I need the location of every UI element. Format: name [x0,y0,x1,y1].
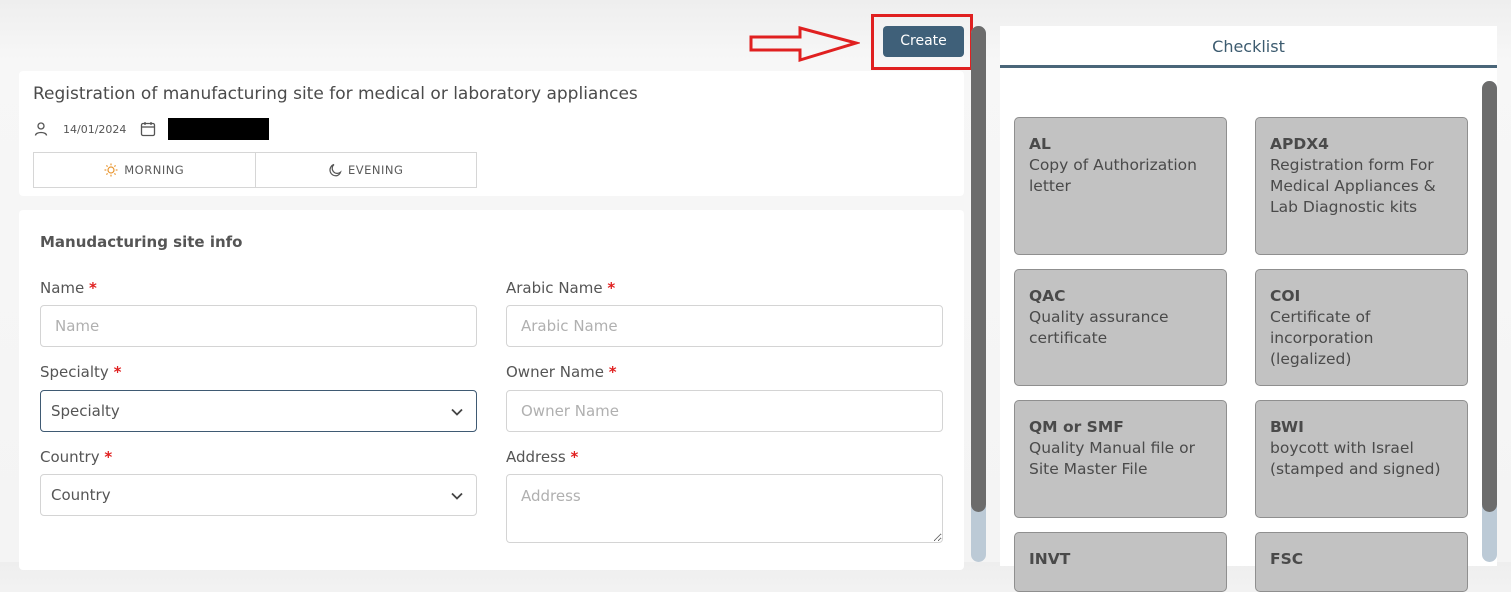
checklist-item-desc: Certificate of incorporation (legalized) [1270,308,1374,368]
address-textarea[interactable] [506,474,943,543]
checklist-item-apdx4[interactable]: APDX4 Registration form For Medical Appl… [1255,117,1468,255]
shift-evening-label: EVENING [348,163,404,177]
create-button[interactable]: Create [883,26,964,57]
shift-morning-button[interactable]: MORNING [34,153,255,187]
user-icon [34,122,48,136]
checklist-item-code: QAC [1029,287,1066,305]
section-title: Manudacturing site info [40,233,243,251]
shift-toggle-group: MORNING EVENING [33,152,477,188]
checklist-item-desc: Quality Manual file or Site Master File [1029,439,1195,478]
checklist-scrollbar-thumb[interactable] [1482,81,1497,512]
checklist-item-bwi[interactable]: BWI boycott with Israel (stamped and sig… [1255,400,1468,518]
checklist-panel: Checklist AL Copy of Authorization lette… [1000,26,1497,592]
checklist-item-qm-smf[interactable]: QM or SMF Quality Manual file or Site Ma… [1014,400,1227,518]
country-select[interactable]: Country [40,474,477,516]
chevron-down-icon [451,408,463,416]
owner-name-label: Owner Name * [506,363,617,381]
specialty-label-text: Specialty [40,363,109,381]
required-marker: * [89,279,97,297]
checklist-item-code: BWI [1270,418,1304,436]
checklist-item-code: FSC [1270,550,1304,568]
shift-evening-button[interactable]: EVENING [254,153,477,187]
name-input[interactable] [40,305,477,347]
moon-icon [329,163,342,177]
checklist-item-code: APDX4 [1270,135,1329,153]
shift-morning-label: MORNING [124,163,185,177]
checklist-item-desc: Copy of Authorization letter [1029,156,1197,195]
country-label: Country * [40,448,112,466]
country-label-text: Country [40,448,100,466]
country-select-value: Country [51,486,111,504]
checklist-item-coi[interactable]: COI Certificate of incorporation (legali… [1255,269,1468,386]
arabic-name-input[interactable] [506,305,943,347]
sun-icon [104,163,118,177]
page-title: Registration of manufacturing site for m… [33,84,638,104]
request-meta: 14/01/2024 [33,118,270,140]
owner-name-input[interactable] [506,390,943,432]
specialty-select[interactable]: Specialty [40,390,477,432]
specialty-select-value: Specialty [51,402,120,420]
arabic-name-label: Arabic Name * [506,279,615,297]
address-label: Address * [506,448,578,466]
checklist-item-desc: Registration form For Medical Appliances… [1270,156,1436,216]
checklist-item-invt[interactable]: INVT [1014,532,1227,592]
required-marker: * [113,363,122,381]
checklist-item-al[interactable]: AL Copy of Authorization letter [1014,117,1227,255]
arabic-name-label-text: Arabic Name [506,279,603,297]
checklist-item-code: QM or SMF [1029,418,1124,436]
tab-checklist[interactable]: Checklist [1000,26,1497,68]
redacted-block [168,118,270,140]
chevron-down-icon [451,492,463,500]
calendar-icon [141,122,156,137]
annotation-arrow-icon [749,26,860,63]
checklist-item-fsc[interactable]: FSC [1255,532,1468,592]
required-marker: * [607,279,616,297]
checklist-item-qac[interactable]: QAC Quality assurance certificate [1014,269,1227,386]
checklist-item-desc: boycott with Israel (stamped and signed) [1270,439,1441,478]
required-marker: * [104,448,113,466]
required-marker: * [570,448,579,466]
name-label: Name * [40,279,97,297]
checklist-item-code: COI [1270,287,1301,305]
request-date: 14/01/2024 [63,122,127,136]
specialty-label: Specialty * [40,363,121,381]
checklist-item-code: AL [1029,135,1051,153]
checklist-item-desc: Quality assurance certificate [1029,308,1169,347]
request-header-card: Registration of manufacturing site for m… [19,71,964,196]
name-label-text: Name [40,279,85,297]
checklist-item-code: INVT [1029,550,1071,568]
site-info-form: Manudacturing site info Name * Arabic Na… [19,210,964,570]
address-label-text: Address [506,448,566,466]
form-scrollbar-thumb[interactable] [971,26,986,512]
required-marker: * [608,363,617,381]
owner-name-label-text: Owner Name [506,363,604,381]
